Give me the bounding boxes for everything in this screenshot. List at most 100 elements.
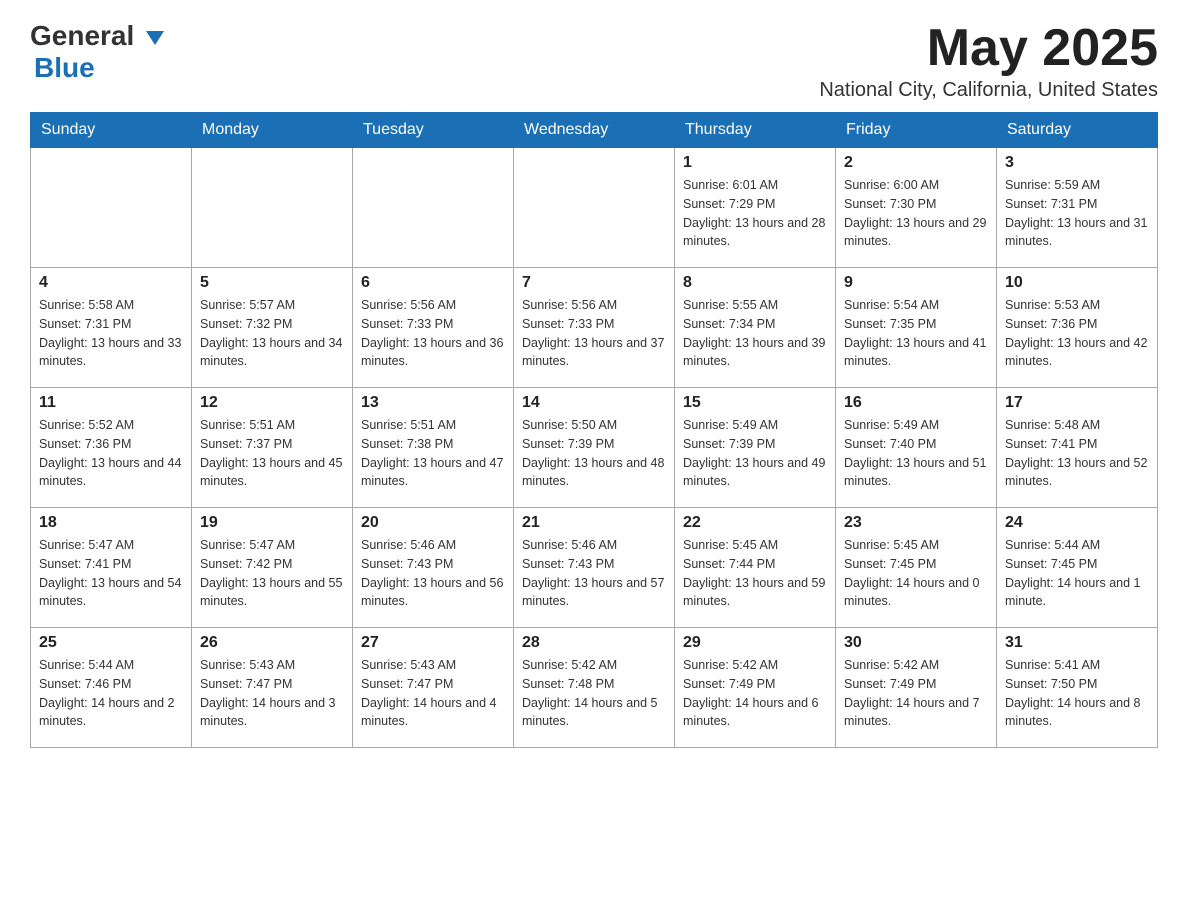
day-number: 7 [522,274,666,292]
title-area: May 2025 National City, California, Unit… [819,20,1158,102]
col-header-thursday: Thursday [675,113,836,148]
calendar-week-row: 18Sunrise: 5:47 AMSunset: 7:41 PMDayligh… [31,508,1158,628]
calendar-cell: 23Sunrise: 5:45 AMSunset: 7:45 PMDayligh… [836,508,997,628]
day-info: Sunrise: 5:50 AMSunset: 7:39 PMDaylight:… [522,416,666,491]
day-number: 17 [1005,394,1149,412]
day-number: 1 [683,154,827,172]
day-info: Sunrise: 5:43 AMSunset: 7:47 PMDaylight:… [200,656,344,731]
day-info: Sunrise: 5:56 AMSunset: 7:33 PMDaylight:… [361,296,505,371]
day-info: Sunrise: 5:49 AMSunset: 7:39 PMDaylight:… [683,416,827,491]
calendar-cell: 14 Sunrise: 5:50 AMSunset: 7:39 PMDayligh… [514,388,675,508]
calendar-cell: 30 Sunrise: 5:42 AMSunset: 7:49 PMDayligh… [836,628,997,748]
day-info: Sunrise: 6:01 AMSunset: 7:29 PMDaylight:… [683,176,827,251]
day-number: 21 [522,514,666,532]
calendar-table: SundayMondayTuesdayWednesdayThursdayFrid… [30,112,1158,748]
day-number: 26 [200,634,344,652]
calendar-cell: 8 Sunrise: 5:55 AMSunset: 7:34 PMDaylight… [675,268,836,388]
calendar-header-row: SundayMondayTuesdayWednesdayThursdayFrid… [31,113,1158,148]
calendar-cell: 4 Sunrise: 5:58 AMSunset: 7:31 PMDaylight… [31,268,192,388]
day-number: 3 [1005,154,1149,172]
day-info: Sunrise: 5:42 AMSunset: 7:49 PMDaylight:… [844,656,988,731]
logo-triangle-icon [144,27,166,49]
calendar-cell: 1 Sunrise: 6:01 AMSunset: 7:29 PMDaylight… [675,148,836,268]
day-number: 6 [361,274,505,292]
day-info: Sunrise: 5:47 AMSunset: 7:42 PMDaylight:… [200,536,344,611]
col-header-tuesday: Tuesday [353,113,514,148]
calendar-cell [192,148,353,268]
day-info: Sunrise: 5:51 AMSunset: 7:38 PMDaylight:… [361,416,505,491]
calendar-cell: 18Sunrise: 5:47 AMSunset: 7:41 PMDayligh… [31,508,192,628]
logo-text: General [30,20,166,52]
day-info: Sunrise: 5:54 AMSunset: 7:35 PMDaylight:… [844,296,988,371]
day-number: 19 [200,514,344,532]
day-info: Sunrise: 5:45 AMSunset: 7:45 PMDaylight:… [844,536,988,611]
day-info: Sunrise: 5:59 AMSunset: 7:31 PMDaylight:… [1005,176,1149,251]
day-info: Sunrise: 5:55 AMSunset: 7:34 PMDaylight:… [683,296,827,371]
calendar-cell: 3 Sunrise: 5:59 AMSunset: 7:31 PMDaylight… [997,148,1158,268]
calendar-week-row: 4 Sunrise: 5:58 AMSunset: 7:31 PMDaylight… [31,268,1158,388]
day-number: 31 [1005,634,1149,652]
calendar-cell: 17 Sunrise: 5:48 AMSunset: 7:41 PMDayligh… [997,388,1158,508]
day-number: 30 [844,634,988,652]
calendar-cell: 6 Sunrise: 5:56 AMSunset: 7:33 PMDaylight… [353,268,514,388]
calendar-cell: 2 Sunrise: 6:00 AMSunset: 7:30 PMDaylight… [836,148,997,268]
calendar-cell: 22 Sunrise: 5:45 AMSunset: 7:44 PMDayligh… [675,508,836,628]
calendar-cell: 20 Sunrise: 5:46 AMSunset: 7:43 PMDayligh… [353,508,514,628]
day-info: Sunrise: 5:46 AMSunset: 7:43 PMDaylight:… [522,536,666,611]
day-info: Sunrise: 5:42 AMSunset: 7:48 PMDaylight:… [522,656,666,731]
calendar-cell: 31 Sunrise: 5:41 AMSunset: 7:50 PMDayligh… [997,628,1158,748]
calendar-cell: 28Sunrise: 5:42 AMSunset: 7:48 PMDayligh… [514,628,675,748]
day-number: 2 [844,154,988,172]
day-info: Sunrise: 5:48 AMSunset: 7:41 PMDaylight:… [1005,416,1149,491]
calendar-cell: 12Sunrise: 5:51 AMSunset: 7:37 PMDayligh… [192,388,353,508]
day-number: 22 [683,514,827,532]
calendar-cell: 16 Sunrise: 5:49 AMSunset: 7:40 PMDayligh… [836,388,997,508]
day-info: Sunrise: 5:58 AMSunset: 7:31 PMDaylight:… [39,296,183,371]
day-info: Sunrise: 5:42 AMSunset: 7:49 PMDaylight:… [683,656,827,731]
calendar-cell: 21 Sunrise: 5:46 AMSunset: 7:43 PMDayligh… [514,508,675,628]
day-info: Sunrise: 6:00 AMSunset: 7:30 PMDaylight:… [844,176,988,251]
calendar-cell: 15 Sunrise: 5:49 AMSunset: 7:39 PMDayligh… [675,388,836,508]
day-info: Sunrise: 5:44 AMSunset: 7:45 PMDaylight:… [1005,536,1149,611]
day-number: 13 [361,394,505,412]
day-info: Sunrise: 5:46 AMSunset: 7:43 PMDaylight:… [361,536,505,611]
day-number: 16 [844,394,988,412]
logo-blue-text: Blue [34,52,95,84]
calendar-cell: 26 Sunrise: 5:43 AMSunset: 7:47 PMDayligh… [192,628,353,748]
col-header-monday: Monday [192,113,353,148]
day-info: Sunrise: 5:45 AMSunset: 7:44 PMDaylight:… [683,536,827,611]
day-info: Sunrise: 5:57 AMSunset: 7:32 PMDaylight:… [200,296,344,371]
calendar-cell: 13 Sunrise: 5:51 AMSunset: 7:38 PMDayligh… [353,388,514,508]
day-number: 12 [200,394,344,412]
calendar-cell [31,148,192,268]
day-number: 24 [1005,514,1149,532]
calendar-cell: 5 Sunrise: 5:57 AMSunset: 7:32 PMDaylight… [192,268,353,388]
location: National City, California, United States [819,79,1158,102]
logo: General Blue [30,20,166,84]
calendar-week-row: 25 Sunrise: 5:44 AMSunset: 7:46 PMDayligh… [31,628,1158,748]
day-number: 29 [683,634,827,652]
day-info: Sunrise: 5:49 AMSunset: 7:40 PMDaylight:… [844,416,988,491]
day-info: Sunrise: 5:44 AMSunset: 7:46 PMDaylight:… [39,656,183,731]
day-number: 4 [39,274,183,292]
calendar-cell: 7Sunrise: 5:56 AMSunset: 7:33 PMDaylight… [514,268,675,388]
calendar-cell: 9 Sunrise: 5:54 AMSunset: 7:35 PMDaylight… [836,268,997,388]
day-number: 10 [1005,274,1149,292]
day-number: 20 [361,514,505,532]
day-info: Sunrise: 5:53 AMSunset: 7:36 PMDaylight:… [1005,296,1149,371]
calendar-cell: 27Sunrise: 5:43 AMSunset: 7:47 PMDayligh… [353,628,514,748]
calendar-cell: 29 Sunrise: 5:42 AMSunset: 7:49 PMDayligh… [675,628,836,748]
day-number: 8 [683,274,827,292]
day-number: 25 [39,634,183,652]
col-header-sunday: Sunday [31,113,192,148]
calendar-cell [514,148,675,268]
day-number: 5 [200,274,344,292]
calendar-cell: 10 Sunrise: 5:53 AMSunset: 7:36 PMDayligh… [997,268,1158,388]
day-info: Sunrise: 5:41 AMSunset: 7:50 PMDaylight:… [1005,656,1149,731]
day-number: 9 [844,274,988,292]
day-number: 14 [522,394,666,412]
calendar-cell: 24 Sunrise: 5:44 AMSunset: 7:45 PMDayligh… [997,508,1158,628]
day-number: 15 [683,394,827,412]
calendar-cell: 19 Sunrise: 5:47 AMSunset: 7:42 PMDayligh… [192,508,353,628]
day-info: Sunrise: 5:52 AMSunset: 7:36 PMDaylight:… [39,416,183,491]
